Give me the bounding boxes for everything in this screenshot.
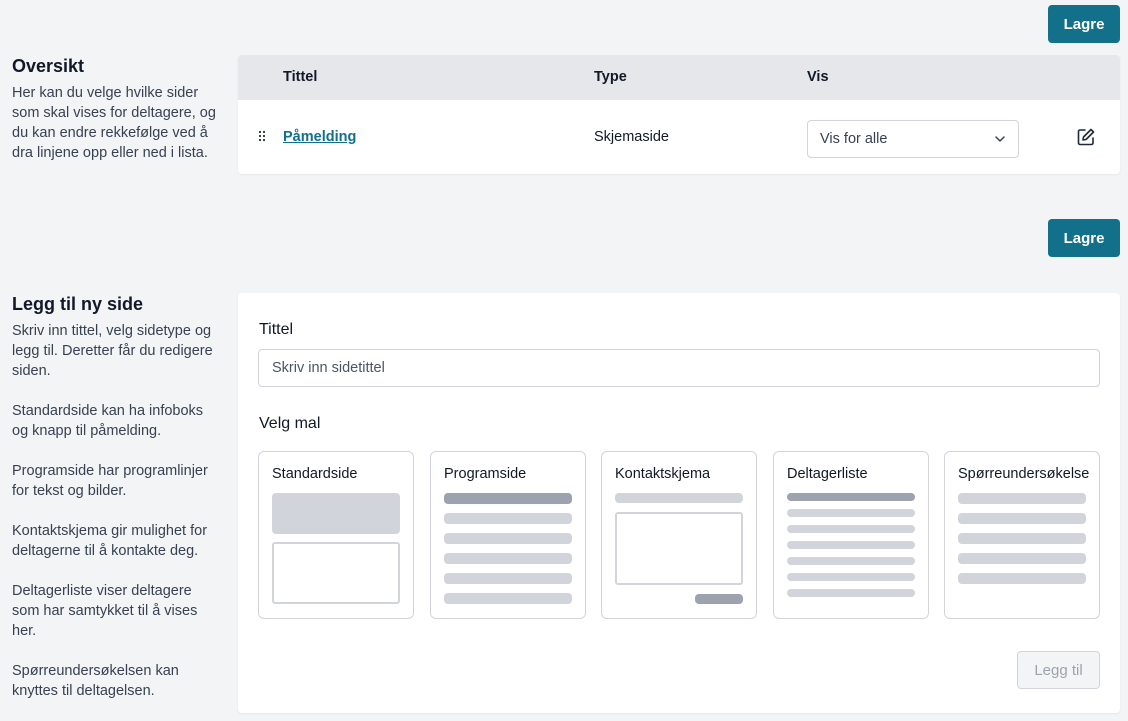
template-deltagerliste[interactable]: Deltagerliste — [773, 451, 929, 619]
drag-handle-icon[interactable] — [259, 131, 267, 143]
add-page-button[interactable]: Legg til — [1017, 651, 1100, 689]
template-preview-button — [695, 594, 743, 604]
column-header-visibility: Vis — [807, 69, 829, 85]
template-programside[interactable]: Programside — [430, 451, 586, 619]
pages-table: Tittel Type Vis Påmelding Skjemaside Vis… — [238, 55, 1120, 174]
template-preview-line — [787, 525, 915, 533]
standardside-description: Standardside kan ha infoboks og knapp ti… — [12, 403, 204, 439]
column-header-title: Tittel — [283, 69, 318, 85]
overview-description: Her kan du velge hvilke sider som skal v… — [12, 83, 222, 183]
template-standardside[interactable]: Standardside — [258, 451, 414, 619]
template-preview-line — [444, 553, 572, 564]
template-label-sporreundersokelse: Spørreundersøkelse — [958, 466, 1090, 482]
add-page-description-text: Skriv inn tittel, velg sidetype og legg … — [12, 323, 213, 379]
template-preview-line — [958, 573, 1086, 584]
add-page-form: Tittel Velg mal Standardside Programside… — [238, 293, 1120, 713]
page-type: Skjemaside — [594, 129, 669, 145]
template-preview-line — [787, 573, 915, 581]
column-header-type: Type — [594, 69, 627, 85]
template-preview-line — [787, 557, 915, 565]
add-page-title: Legg til ny side — [12, 294, 144, 314]
template-label-programside: Programside — [444, 466, 527, 482]
template-kontaktskjema[interactable]: Kontaktskjema — [601, 451, 757, 619]
visibility-select[interactable]: Vis for alle — [807, 120, 1019, 158]
template-preview-line — [958, 533, 1086, 544]
template-preview-line — [444, 493, 572, 504]
title-field-label: Tittel — [259, 321, 294, 338]
save-button-bottom[interactable]: Lagre — [1048, 219, 1120, 257]
template-label-kontaktskjema: Kontaktskjema — [615, 466, 711, 482]
template-preview-line — [444, 533, 572, 544]
template-preview-line — [787, 493, 915, 501]
template-preview-line — [787, 541, 915, 549]
deltagerliste-description: Deltagerliste viser deltagere som har sa… — [12, 583, 198, 639]
template-label: Velg mal — [259, 415, 321, 432]
template-preview-block — [272, 493, 400, 534]
overview-title: Oversikt — [12, 56, 85, 76]
template-preview-line — [444, 593, 572, 604]
add-page-description: Skriv inn tittel, velg sidetype og legg … — [12, 321, 222, 721]
template-preview-line — [615, 493, 743, 503]
pages-table-header: Tittel Type Vis — [238, 55, 1120, 100]
programside-description: Programside har programlinjer for tekst … — [12, 463, 208, 499]
template-preview-line — [958, 513, 1086, 524]
page-title-input[interactable] — [258, 349, 1100, 387]
visibility-select-value: Vis for alle — [820, 131, 888, 147]
template-preview-box — [272, 542, 400, 604]
page-link-pamelding[interactable]: Påmelding — [283, 129, 356, 145]
template-preview-box — [615, 512, 743, 585]
save-button-top[interactable]: Lagre — [1048, 5, 1120, 43]
template-sporreundersokelse[interactable]: Spørreundersøkelse — [944, 451, 1100, 619]
template-preview-line — [444, 513, 572, 524]
template-preview-line — [958, 553, 1086, 564]
template-label-deltagerliste: Deltagerliste — [787, 466, 868, 482]
template-preview-line — [787, 589, 915, 597]
template-label-standardside: Standardside — [272, 466, 358, 482]
kontaktskjema-description: Kontaktskjema gir mulighet for deltagern… — [12, 523, 208, 559]
template-preview-line — [444, 573, 572, 584]
template-preview-line — [787, 509, 915, 517]
edit-icon[interactable] — [1076, 127, 1096, 147]
table-row[interactable]: Påmelding Skjemaside Vis for alle — [238, 100, 1120, 174]
sporreundersokelse-description: Spørreundersøkelsen kan knyttes til delt… — [12, 663, 179, 699]
template-preview-line — [958, 493, 1086, 504]
chevron-down-icon — [995, 136, 1005, 142]
overview-description-text: Her kan du velge hvilke sider som skal v… — [12, 85, 216, 161]
